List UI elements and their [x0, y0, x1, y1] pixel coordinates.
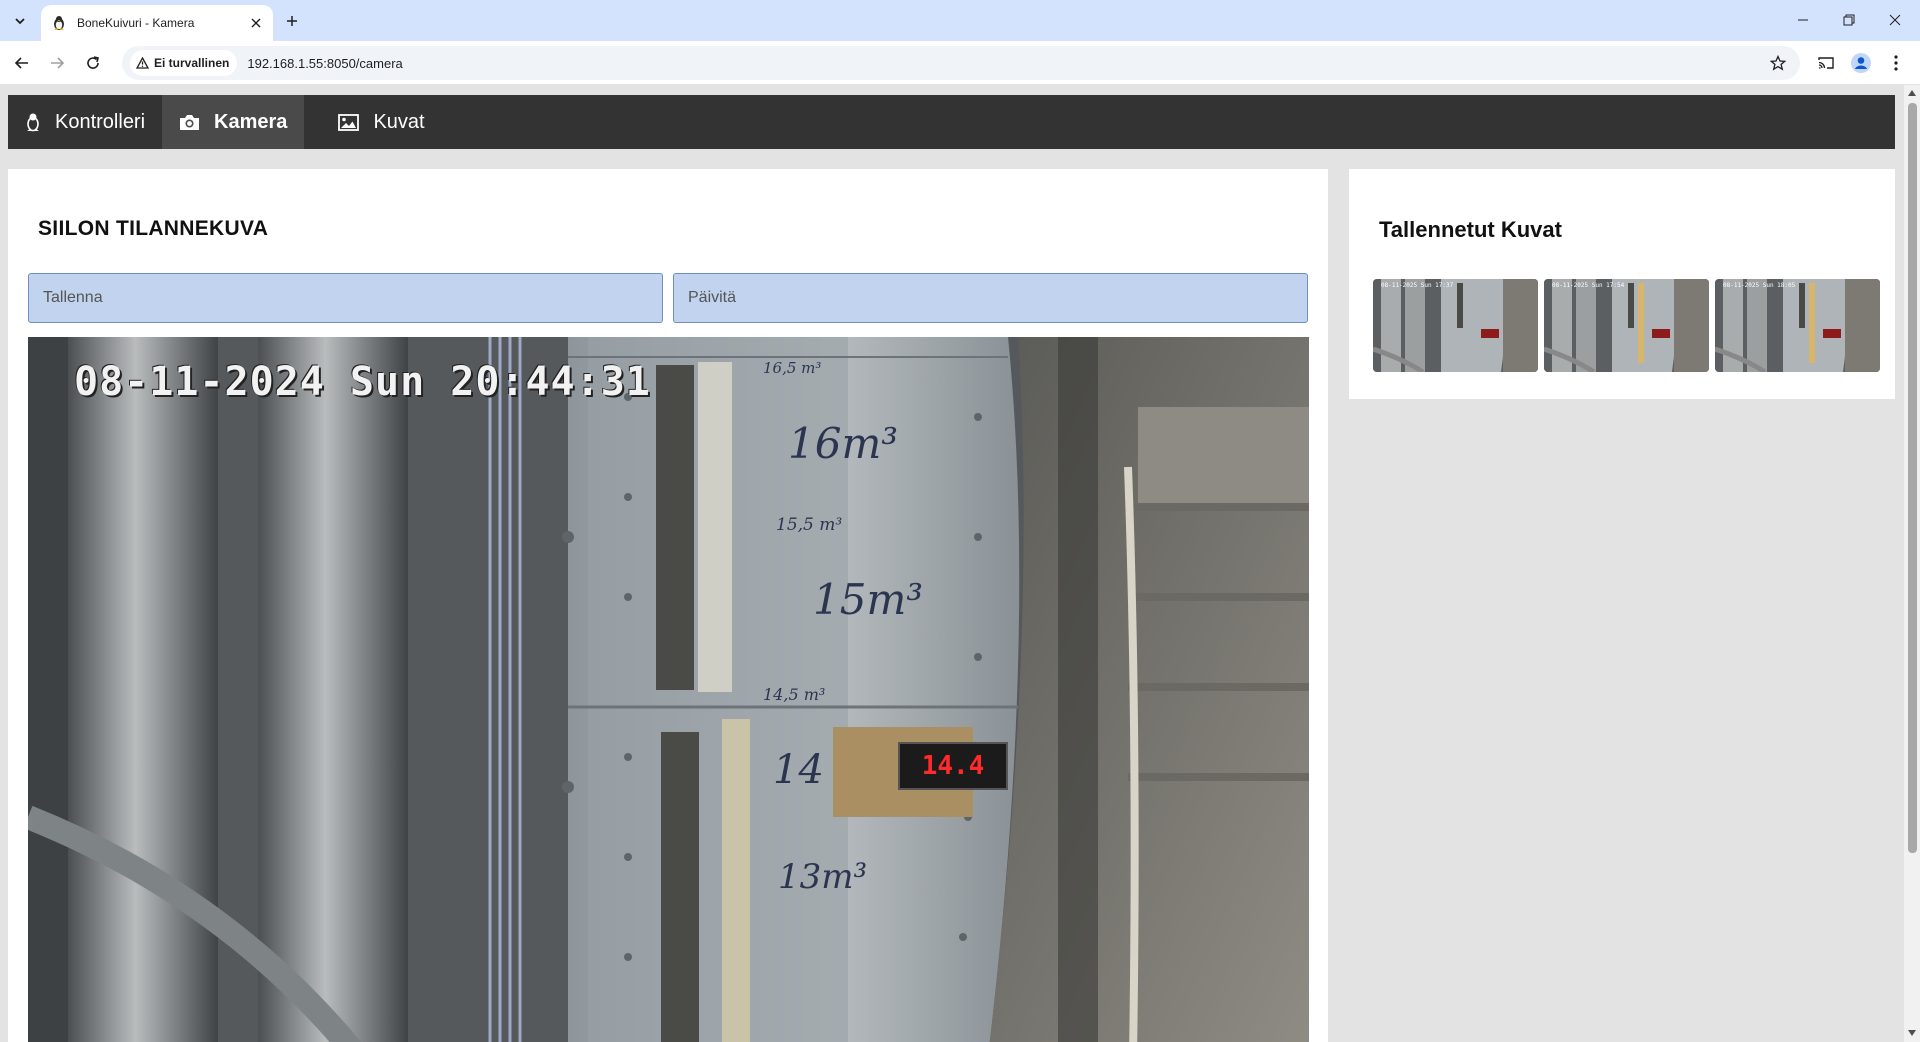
linux-icon	[25, 112, 41, 132]
browser-menu-button[interactable]	[1882, 49, 1910, 77]
close-icon	[1889, 14, 1901, 26]
page-title: SIILON TILANNEKUVA	[38, 217, 269, 240]
restore-icon	[1843, 14, 1855, 26]
camera-level-display: 14.4	[898, 742, 1008, 790]
restore-button[interactable]	[1826, 0, 1872, 40]
scroll-up-icon[interactable]	[1908, 89, 1916, 97]
page-viewport: Kontrolleri Kamera Kuvat SIILON TILANNEK…	[0, 85, 1904, 1042]
linux-favicon-icon	[51, 15, 67, 31]
browser-toolbar: Ei turvallinen 192.168.1.55:8050/camera	[0, 41, 1920, 85]
camera-icon	[179, 113, 200, 131]
nav-label-kuvat: Kuvat	[373, 110, 425, 133]
refresh-button[interactable]: Päivitä	[673, 273, 1308, 323]
close-tab-icon[interactable]	[247, 14, 265, 32]
scale-label: 14,5 m³	[763, 685, 826, 704]
thumbnail-stamp: 08-11-2025 Sun 17:54	[1552, 282, 1625, 289]
tab-search-button[interactable]	[8, 9, 32, 33]
scale-label: 16,5 m³	[763, 359, 822, 377]
scrollbar-thumb[interactable]	[1908, 103, 1917, 853]
save-button[interactable]: Tallenna	[28, 273, 663, 323]
nav-item-kuvat[interactable]: Kuvat	[304, 95, 441, 149]
camera-timestamp: 08-11-2024 Sun 20:44:31	[74, 359, 651, 405]
cast-button[interactable]	[1812, 49, 1840, 77]
profile-button[interactable]	[1847, 49, 1875, 77]
security-chip[interactable]: Ei turvallinen	[130, 50, 238, 76]
chevron-down-icon	[15, 18, 25, 25]
thumbnail-item[interactable]: 08-11-2025 Sun 17:54	[1544, 279, 1709, 372]
nav-item-kamera[interactable]: Kamera	[162, 95, 305, 149]
url-text[interactable]: 192.168.1.55:8050/camera	[247, 56, 402, 71]
scale-label: 16m³	[788, 419, 899, 468]
nav-label-kontrolleri: Kontrolleri	[55, 110, 146, 133]
arrow-left-icon	[14, 57, 28, 69]
bookmark-button[interactable]	[1766, 51, 1790, 75]
page-scrollbar[interactable]	[1904, 85, 1920, 1042]
saved-images-panel: Tallennetut Kuvat 08-11-2025 Sun 17:37 0…	[1349, 169, 1895, 399]
browser-tab-active[interactable]: BoneKuivuri - Kamera	[41, 5, 273, 41]
nav-label-kamera: Kamera	[214, 110, 288, 133]
nav-item-kontrolleri[interactable]: Kontrolleri	[8, 95, 162, 149]
thumbnail-item[interactable]: 08-11-2025 Sun 18:05	[1715, 279, 1880, 372]
reload-icon	[87, 56, 99, 69]
avatar-icon	[1851, 53, 1871, 73]
cast-icon	[1818, 57, 1834, 69]
minimize-icon	[1798, 19, 1808, 21]
camera-image: 08-11-2024 Sun 20:44:31 14.4 16,5 m³ 16m…	[28, 337, 1309, 1042]
back-button[interactable]	[8, 49, 36, 77]
reload-button[interactable]	[79, 49, 107, 77]
scale-label: 13m³	[778, 857, 868, 897]
star-icon	[1770, 55, 1786, 71]
minimize-button[interactable]	[1780, 0, 1826, 40]
thumbnail-stamp: 08-11-2025 Sun 17:37	[1381, 282, 1454, 289]
scroll-down-icon[interactable]	[1908, 1029, 1916, 1037]
site-navbar: Kontrolleri Kamera Kuvat	[8, 95, 1895, 149]
warning-icon	[136, 57, 149, 69]
tab-title: BoneKuivuri - Kamera	[77, 16, 195, 30]
thumbnail-stamp: 08-11-2025 Sun 18:05	[1723, 282, 1796, 289]
scale-label: 15,5 m³	[776, 515, 843, 535]
thumbnail-item[interactable]: 08-11-2025 Sun 17:37	[1373, 279, 1538, 372]
image-icon	[338, 113, 360, 131]
scale-label: 15m³	[813, 575, 924, 624]
thumbnail-list: 08-11-2025 Sun 17:37 08-11-2025 Sun 17:5…	[1373, 279, 1880, 372]
camera-panel: SIILON TILANNEKUVA Tallenna Päivitä 08-1…	[8, 169, 1328, 1042]
saved-images-title: Tallennetut Kuvat	[1379, 217, 1562, 242]
forward-button[interactable]	[43, 49, 71, 77]
kebab-menu-icon	[1894, 55, 1898, 71]
browser-tabstrip: BoneKuivuri - Kamera	[0, 0, 1920, 41]
plus-icon	[287, 16, 297, 26]
arrow-right-icon	[51, 57, 65, 69]
scale-label: 14	[773, 747, 824, 793]
security-label: Ei turvallinen	[154, 56, 230, 70]
address-bar[interactable]: Ei turvallinen 192.168.1.55:8050/camera	[122, 46, 1800, 80]
close-window-button[interactable]	[1872, 0, 1918, 40]
new-tab-button[interactable]	[280, 9, 304, 33]
